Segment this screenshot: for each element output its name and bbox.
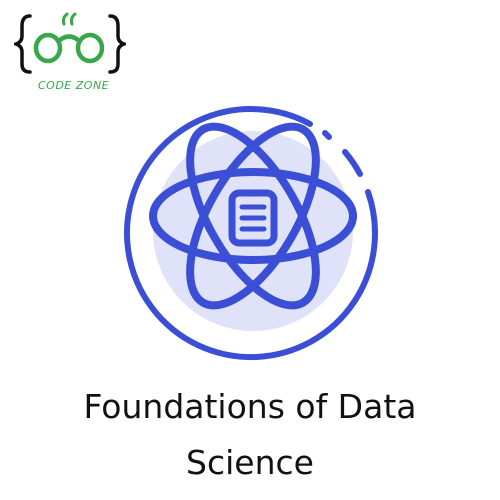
document-icon xyxy=(228,189,278,247)
course-title-line-1: Foundations of Data xyxy=(83,387,417,426)
atom-document-icon xyxy=(123,106,378,361)
ring-dash xyxy=(342,149,363,177)
ring-dash xyxy=(322,130,332,140)
logo-text: CODE ZONE xyxy=(38,79,110,92)
glasses-braces-logo-icon xyxy=(14,12,126,74)
course-title-line-2: Science xyxy=(186,443,314,482)
code-zone-logo: CODE ZONE xyxy=(14,8,126,96)
